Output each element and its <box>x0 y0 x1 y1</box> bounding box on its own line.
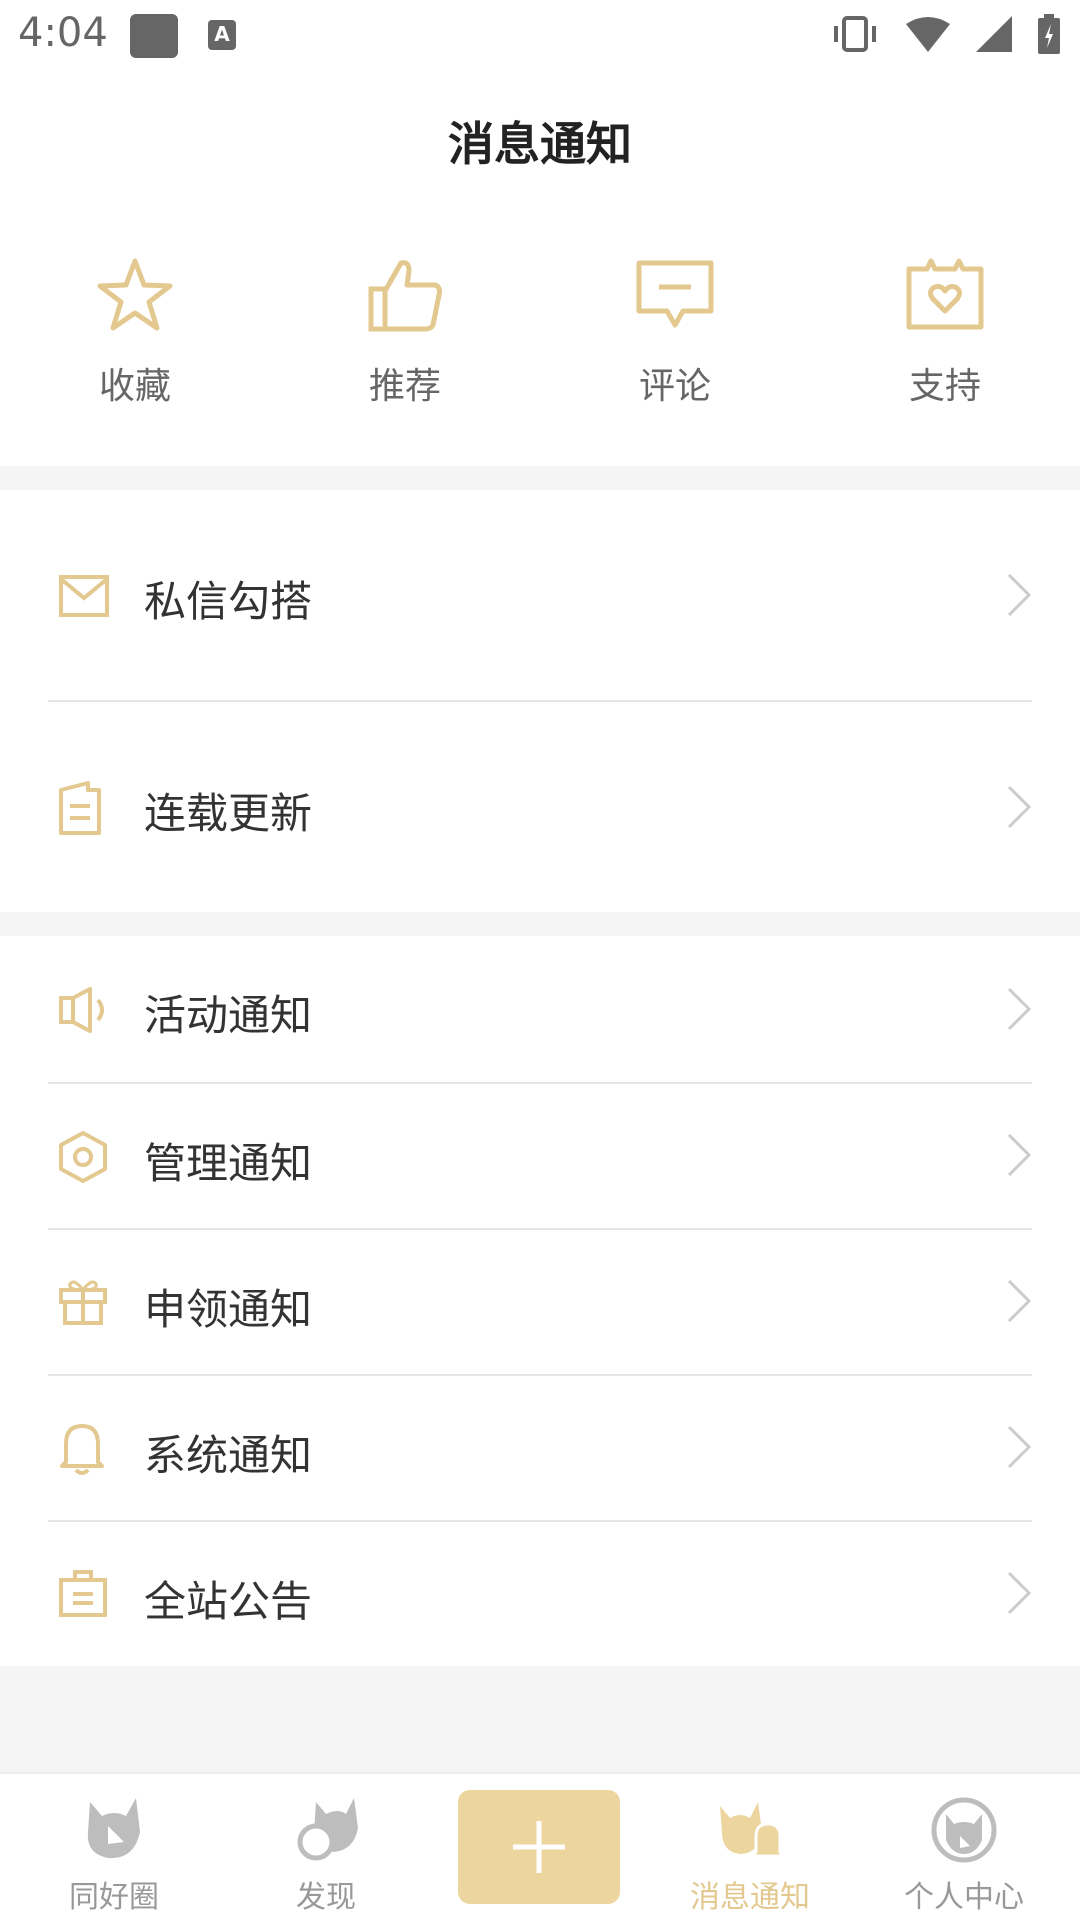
nav-item-notifications[interactable]: 消息通知 <box>660 1792 840 1916</box>
briefcase-icon <box>59 1570 107 1617</box>
row-label: 活动通知 <box>144 991 313 1040</box>
keyboard-a-icon: A <box>208 20 236 50</box>
nav-item-profile[interactable]: 个人中心 <box>874 1792 1054 1916</box>
chevron-right-icon <box>1007 1133 1032 1177</box>
row-private-messages[interactable]: 私信勾搭 <box>0 490 1080 700</box>
chevron-right-icon <box>1007 987 1032 1031</box>
star-icon <box>97 258 173 331</box>
row-label: 系统通知 <box>144 1431 313 1480</box>
chevron-right-icon <box>1007 785 1032 829</box>
nav-label: 发现 <box>296 1880 356 1915</box>
row-system-notice[interactable]: 系统通知 <box>0 1376 1080 1520</box>
row-claim-notice[interactable]: 申领通知 <box>0 1230 1080 1374</box>
cat-bell-icon <box>720 1802 788 1858</box>
nav-label: 消息通知 <box>690 1880 810 1915</box>
row-label: 申领通知 <box>144 1285 313 1334</box>
row-serial-updates[interactable]: 连载更新 <box>0 702 1080 912</box>
notification-app-icon <box>130 14 178 58</box>
action-favorites[interactable]: 收藏 <box>35 255 235 409</box>
vibrate-icon <box>834 16 876 52</box>
nav-label: 同好圈 <box>69 1880 159 1915</box>
mail-icon <box>59 575 109 617</box>
chevron-right-icon <box>1007 573 1032 617</box>
wifi-icon <box>906 17 950 52</box>
row-label: 连载更新 <box>144 789 313 838</box>
action-label: 推荐 <box>368 366 441 407</box>
thumbs-up-icon <box>368 260 442 332</box>
action-label: 收藏 <box>98 366 171 407</box>
action-support[interactable]: 支持 <box>845 255 1045 409</box>
battery-icon <box>1038 14 1060 54</box>
row-label: 全站公告 <box>144 1577 313 1626</box>
nav-label: 个人中心 <box>904 1880 1024 1915</box>
plus-icon <box>513 1821 565 1873</box>
bell-icon <box>60 1424 104 1475</box>
chevron-right-icon <box>1007 1571 1032 1615</box>
status-time: 4:04 <box>18 10 108 56</box>
action-recommend[interactable]: 推荐 <box>305 255 505 409</box>
settings-hex-icon <box>59 1131 107 1183</box>
cat-discover-icon <box>297 1798 358 1861</box>
status-bar: 4:04 A <box>0 0 1080 70</box>
row-label: 管理通知 <box>144 1139 313 1188</box>
section-gap <box>0 466 1080 490</box>
chevron-right-icon <box>1007 1425 1032 1469</box>
action-label: 评论 <box>638 366 711 407</box>
nav-item-circle[interactable]: 同好圈 <box>24 1792 204 1916</box>
row-admin-notice[interactable]: 管理通知 <box>0 1084 1080 1228</box>
page-title: 消息通知 <box>448 117 632 171</box>
speaker-icon <box>59 987 104 1033</box>
row-label: 私信勾搭 <box>144 577 313 626</box>
document-icon <box>59 781 101 835</box>
cat-profile-icon <box>931 1797 997 1863</box>
action-label: 支持 <box>908 366 981 407</box>
cat-circle-icon <box>87 1798 140 1859</box>
gift-heart-icon <box>906 258 984 330</box>
chevron-right-icon <box>1007 1279 1032 1323</box>
section-gap <box>0 912 1080 936</box>
quick-actions: 收藏 推荐 评论 支持 <box>0 255 1080 425</box>
nav-item-discover[interactable]: 发现 <box>236 1792 416 1916</box>
empty-area <box>0 1666 1080 1772</box>
row-activity-notice[interactable]: 活动通知 <box>0 936 1080 1082</box>
comment-icon <box>636 260 714 328</box>
row-site-announcement[interactable]: 全站公告 <box>0 1522 1080 1666</box>
add-post-button[interactable] <box>458 1790 620 1904</box>
bottom-navigation: 同好圈 发现 消息通知 个人中心 <box>0 1772 1080 1922</box>
gift-icon <box>59 1280 107 1325</box>
action-comments[interactable]: 评论 <box>575 255 775 409</box>
signal-icon <box>976 16 1012 52</box>
